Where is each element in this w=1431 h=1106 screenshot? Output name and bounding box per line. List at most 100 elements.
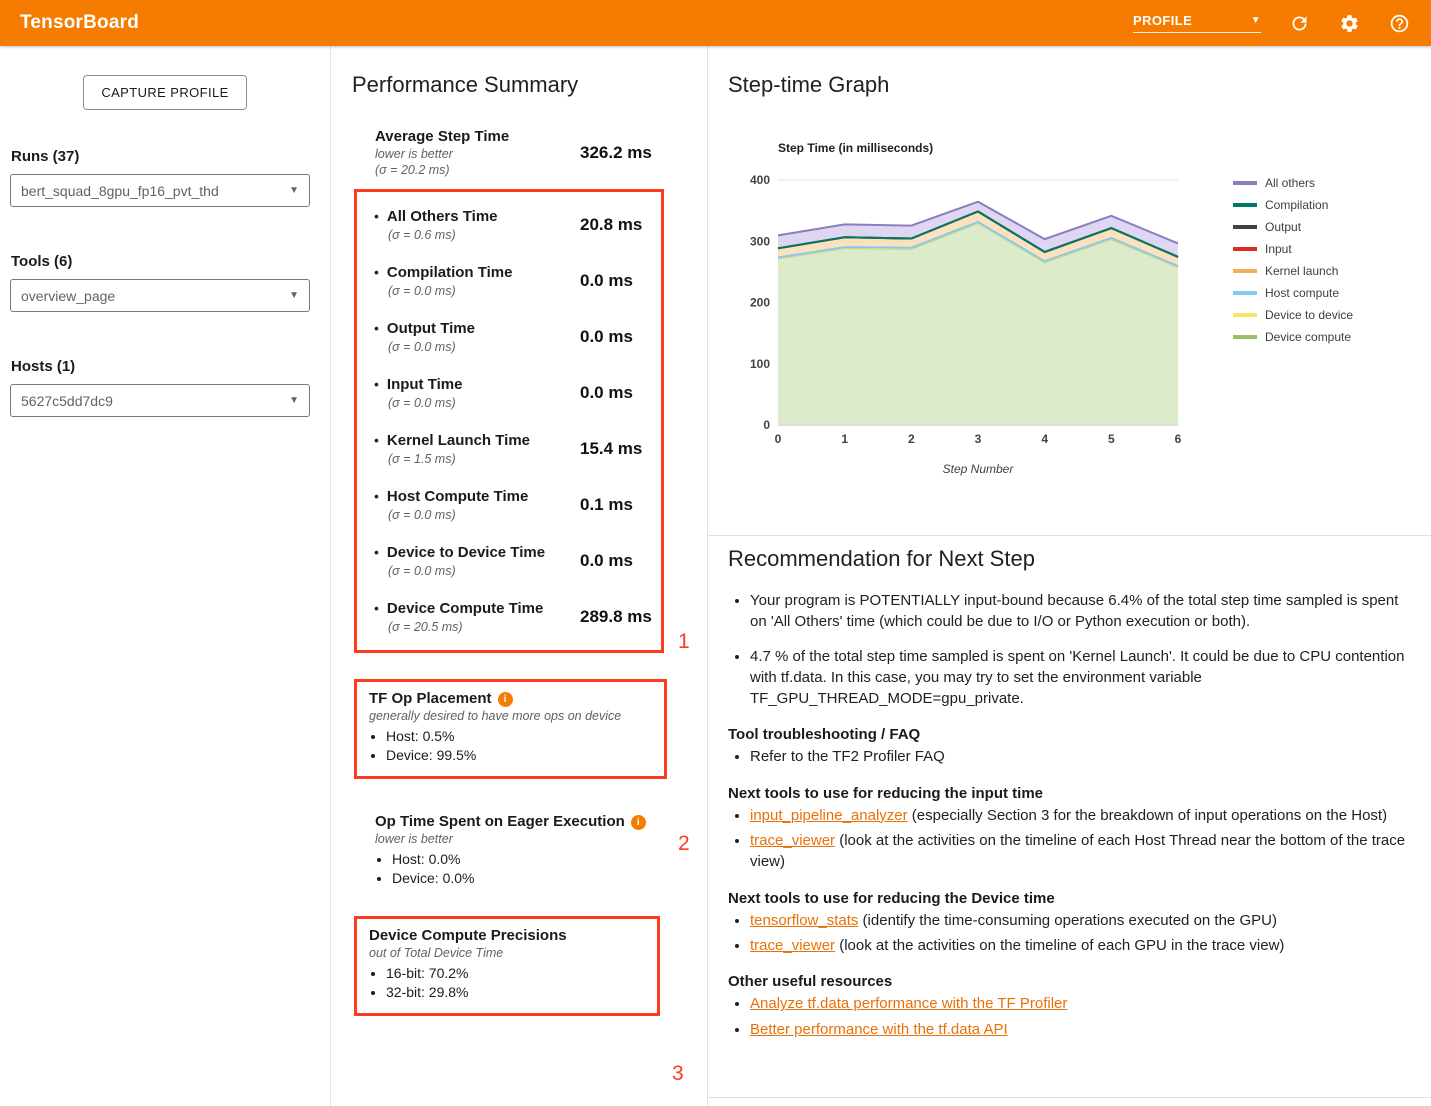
hosts-select-value: 5627c5dd7dc9 [21,393,113,409]
reload-button[interactable] [1287,11,1311,35]
hosts-select[interactable]: 5627c5dd7dc9 ▼ [10,384,310,417]
bullet-icon: • [374,544,379,560]
link[interactable]: Better performance with the tf.data API [750,1021,1008,1038]
metric-label: Kernel Launch Time [387,432,530,449]
section-list: tensorflow_stats (identify the time-cons… [728,910,1410,957]
metric-label-group: •Kernel Launch Time (σ = 1.5 ms) [374,432,580,466]
top-app-bar: TensorBoard PROFILE ▼ [0,0,1431,46]
legend-label: Host compute [1265,286,1339,300]
tools-label: Tools (6) [11,253,330,270]
chevron-down-icon: ▼ [1251,16,1261,26]
metric-value: 0.0 ms [580,271,633,291]
capture-profile-button[interactable]: CAPTURE PROFILE [83,75,246,110]
metric-sigma: (σ = 20.5 ms) [388,620,580,634]
tf-op-placement-list: Host: 0.5%Device: 99.5% [369,728,652,763]
settings-button[interactable] [1337,11,1361,35]
legend-swatch [1233,203,1257,207]
dashboard-select[interactable]: PROFILE ▼ [1133,13,1261,33]
bullet-icon: • [374,600,379,616]
metric-label: All Others Time [387,208,498,225]
list-item: Device: 0.0% [392,870,707,886]
metric-row: •Host Compute Time(σ = 0.0 ms)0.1 ms [357,477,661,533]
dashboard-select-value: PROFILE [1133,13,1192,28]
runs-group: Runs (37) bert_squad_8gpu_fp16_pvt_thd ▼ [0,148,330,207]
link[interactable]: input_pipeline_analyzer [750,807,908,824]
average-step-time-value: 326.2 ms [580,143,652,163]
chevron-down-icon: ▼ [289,186,299,196]
runs-select[interactable]: bert_squad_8gpu_fp16_pvt_thd ▼ [10,174,310,207]
legend-swatch [1233,225,1257,229]
metric-label-group: • Output Time (σ = 0.0 ms) [374,320,580,354]
tools-group: Tools (6) overview_page ▼ [0,253,330,312]
metric-label: Output Time [387,320,475,337]
legend-label: Input [1265,242,1292,256]
step-time-chart: 01002003004000123456Step Time (in millis… [728,134,1431,530]
list-item: Better performance with the tf.data API [750,1019,1410,1040]
y-tick-label: 0 [763,418,770,432]
section-list: Refer to the TF2 Profiler FAQ [728,746,1410,767]
x-axis-label: Step Number [943,462,1015,476]
legend-label: Output [1265,220,1301,234]
tools-select[interactable]: overview_page ▼ [10,279,310,312]
metric-value: 0.0 ms [580,327,633,347]
legend-swatch [1233,181,1257,185]
link[interactable]: trace_viewer [750,937,835,954]
performance-summary-panel: Performance Summary Average Step Time lo… [331,46,708,1106]
eager-execution-title: Op Time Spent on Eager Executioni [375,813,707,830]
annotation-label-2: 2 [678,832,690,856]
top-bar-controls: PROFILE ▼ [1133,11,1411,35]
section-list: input_pipeline_analyzer (especially Sect… [728,805,1410,873]
sidebar: CAPTURE PROFILE Runs (37) bert_squad_8gp… [0,46,331,1106]
recommendation-card-divider [708,1097,1431,1098]
performance-summary-title: Performance Summary [352,72,707,98]
metric-title-line: •Kernel Launch Time [374,432,580,450]
x-tick-label: 3 [975,432,982,446]
hosts-label: Hosts (1) [11,358,330,375]
metric-label: Input Time [387,376,463,393]
metric-value: 15.4 ms [580,439,642,459]
link[interactable]: Analyze tf.data performance with the TF … [750,995,1067,1012]
legend-swatch [1233,335,1257,339]
step-time-breakdown-box: •All Others Time(σ = 0.6 ms)20.8 ms•Comp… [354,189,664,653]
x-tick-label: 5 [1108,432,1115,446]
recommendation-title: Recommendation for Next Step [728,546,1410,572]
step-time-graph-title: Step-time Graph [728,72,1431,98]
legend-item: Input [1233,242,1353,256]
legend-label: Device to device [1265,308,1353,322]
link[interactable]: tensorflow_stats [750,912,858,929]
y-tick-label: 300 [750,234,770,248]
eager-execution-list: Host: 0.0%Device: 0.0% [375,851,707,886]
legend-label: Compilation [1265,198,1328,212]
metric-title-line: •Host Compute Time [374,488,580,506]
bullet-icon: • [374,320,379,336]
list-item: trace_viewer (look at the activities on … [750,935,1410,956]
info-icon: i [498,692,513,707]
metric-row: • Output Time (σ = 0.0 ms)0.0 ms [357,309,661,365]
metric-sigma: (σ = 0.0 ms) [388,340,580,354]
metric-value: 0.0 ms [580,551,633,571]
device-compute-precisions-title: Device Compute Precisions [369,927,645,944]
metric-row: •Device Compute Time(σ = 20.5 ms)289.8 m… [357,589,661,645]
eager-execution-block: Op Time Spent on Eager Executioni lower … [352,813,707,886]
bullet-icon: • [374,264,379,280]
section-list: Analyze tf.data performance with the TF … [728,993,1410,1040]
metric-sigma: (σ = 1.5 ms) [388,452,580,466]
help-button[interactable] [1387,11,1411,35]
x-tick-label: 1 [841,432,848,446]
link-description: (identify the time-consuming operations … [858,912,1277,929]
metric-title-line: •Device Compute Time [374,600,580,618]
chevron-down-icon: ▼ [289,396,299,406]
metric-label: Host Compute Time [387,488,528,505]
annotation-label-3: 3 [672,1062,684,1086]
section-heading: Tool troubleshooting / FAQ [728,726,1410,743]
bullet-icon: • [374,376,379,392]
tf-op-placement-note: generally desired to have more ops on de… [369,709,652,723]
annotation-label-1: 1 [678,630,690,654]
list-item: 32-bit: 29.8% [386,984,645,1000]
metric-row: •Compilation Time(σ = 0.0 ms)0.0 ms [357,253,661,309]
list-item: input_pipeline_analyzer (especially Sect… [750,805,1410,826]
help-icon [1389,13,1410,34]
link[interactable]: trace_viewer [750,832,835,849]
y-tick-label: 200 [750,296,770,310]
reload-icon [1289,13,1310,34]
